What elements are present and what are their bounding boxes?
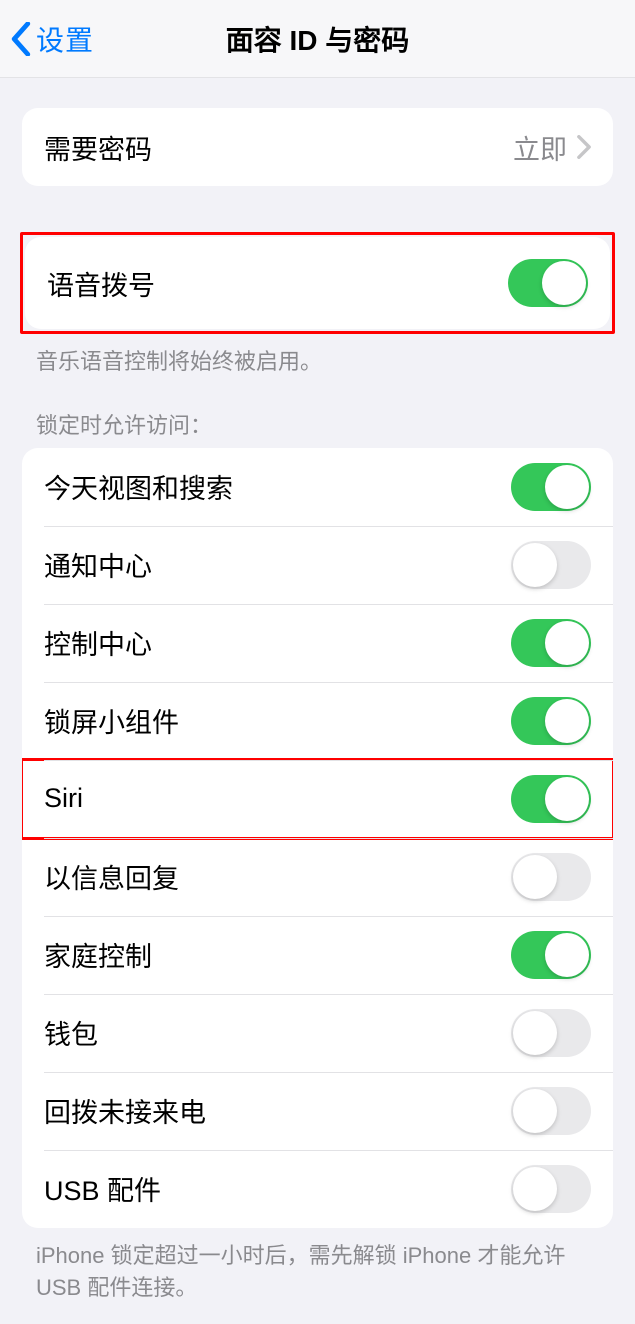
locked-access-row: 锁屏小组件 — [22, 682, 613, 760]
chevron-left-icon — [10, 22, 32, 56]
locked-access-label: 锁屏小组件 — [44, 701, 511, 740]
voice-dial-footer: 音乐语音控制将始终被启用。 — [36, 346, 599, 378]
locked-access-label: 钱包 — [44, 1013, 511, 1052]
locked-access-row: Siri — [22, 760, 613, 838]
locked-access-row: 回拨未接来电 — [22, 1072, 613, 1150]
back-label: 设置 — [36, 19, 94, 59]
locked-access-toggle[interactable] — [511, 1087, 591, 1135]
locked-access-header: 锁定时允许访问： — [36, 408, 599, 440]
locked-access-toggle[interactable] — [511, 541, 591, 589]
locked-access-row: 以信息回复 — [22, 838, 613, 916]
chevron-right-icon — [577, 135, 591, 159]
locked-access-row: 家庭控制 — [22, 916, 613, 994]
back-button[interactable]: 设置 — [0, 19, 94, 59]
locked-access-label: Siri — [44, 783, 511, 814]
voice-dial-row: 语音拨号 — [25, 237, 610, 329]
locked-access-label: 回拨未接来电 — [44, 1091, 511, 1130]
locked-access-toggle[interactable] — [511, 619, 591, 667]
locked-access-row: USB 配件 — [22, 1150, 613, 1228]
locked-access-toggle[interactable] — [511, 931, 591, 979]
locked-access-label: 以信息回复 — [44, 857, 511, 896]
voice-dial-toggle[interactable] — [508, 259, 588, 307]
voice-dial-group: 语音拨号 — [25, 237, 610, 329]
locked-access-label: 今天视图和搜索 — [44, 467, 511, 506]
page-title: 面容 ID 与密码 — [0, 19, 635, 59]
voice-dial-highlight: 语音拨号 — [20, 232, 615, 334]
locked-access-toggle[interactable] — [511, 1009, 591, 1057]
locked-access-row: 钱包 — [22, 994, 613, 1072]
require-passcode-value: 立即 — [513, 128, 567, 167]
locked-access-row: 今天视图和搜索 — [22, 448, 613, 526]
locked-access-group: 今天视图和搜索通知中心控制中心锁屏小组件 Siri 以信息回复家庭控制钱包回拨未接来… — [22, 448, 613, 1228]
locked-access-label: 控制中心 — [44, 623, 511, 662]
locked-access-footer: iPhone 锁定超过一小时后，需先解锁 iPhone 才能允许 USB 配件连… — [36, 1240, 599, 1304]
locked-access-toggle[interactable] — [511, 775, 591, 823]
passcode-group: 需要密码 立即 — [22, 108, 613, 186]
require-passcode-row[interactable]: 需要密码 立即 — [22, 108, 613, 186]
locked-access-toggle[interactable] — [511, 697, 591, 745]
locked-access-label: 通知中心 — [44, 545, 511, 584]
locked-access-toggle[interactable] — [511, 1165, 591, 1213]
content: 需要密码 立即 语音拨号 音乐语音控制将始终被启用。 锁定时允许访问： 今天视图… — [0, 108, 635, 1324]
locked-access-toggle[interactable] — [511, 853, 591, 901]
locked-access-toggle[interactable] — [511, 463, 591, 511]
locked-access-row: 通知中心 — [22, 526, 613, 604]
require-passcode-label: 需要密码 — [44, 128, 513, 167]
voice-dial-label: 语音拨号 — [47, 264, 508, 303]
locked-access-label: 家庭控制 — [44, 935, 511, 974]
locked-access-row: 控制中心 — [22, 604, 613, 682]
nav-bar: 设置 面容 ID 与密码 — [0, 0, 635, 78]
locked-access-label: USB 配件 — [44, 1169, 511, 1208]
